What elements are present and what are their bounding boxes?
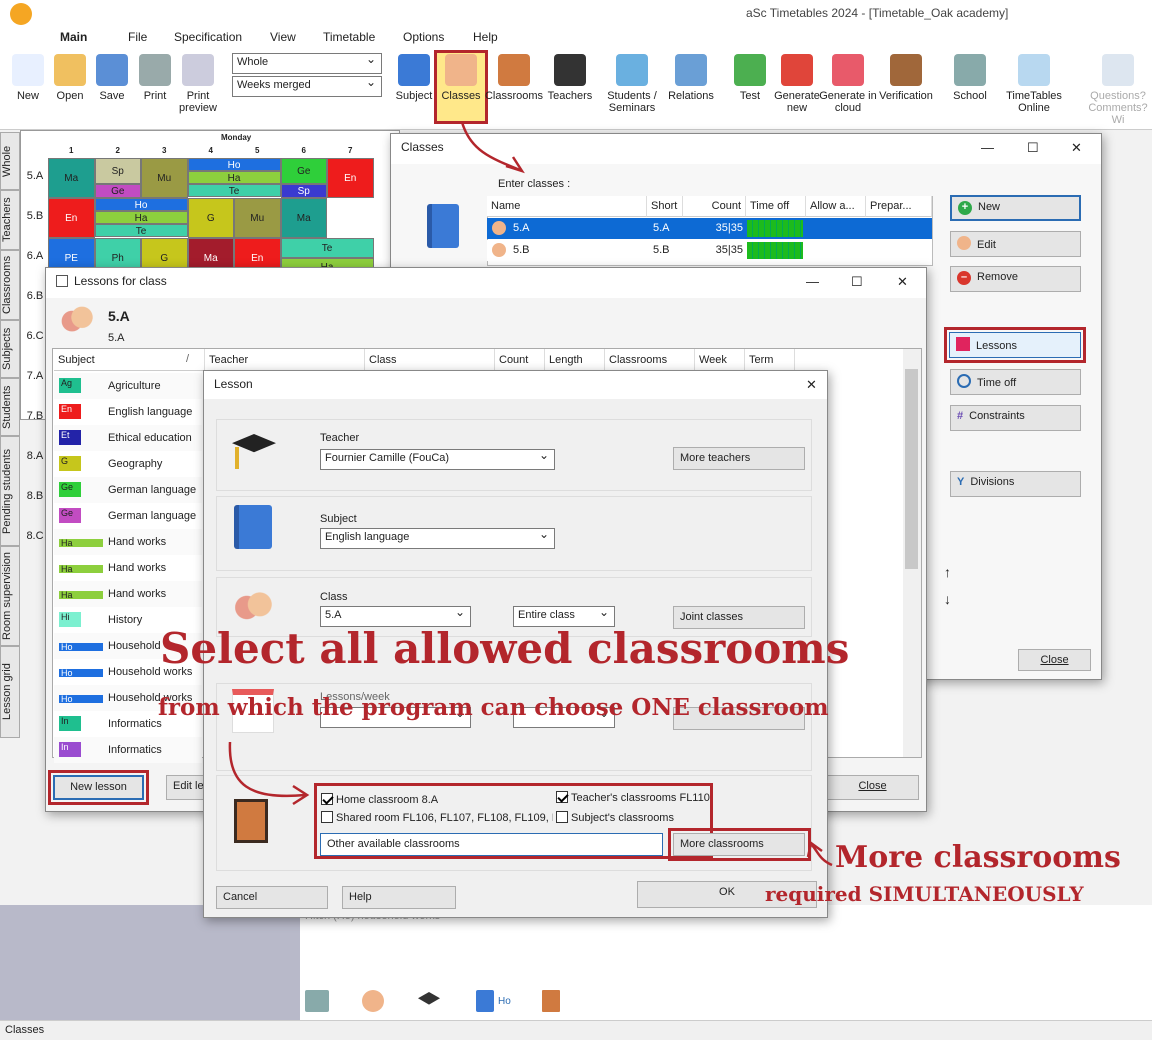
callout-more-classrooms: More classrooms	[835, 840, 1121, 875]
callout-choose-one: from which the program can choose ONE cl…	[158, 694, 829, 721]
arrow-to-more-classrooms	[811, 844, 833, 867]
arrow-classes-to-window	[460, 121, 521, 172]
callout-simultaneously: required SIMULTANEOUSLY	[765, 882, 1084, 906]
callout-select-classrooms: Select all allowed classrooms	[160, 624, 850, 673]
